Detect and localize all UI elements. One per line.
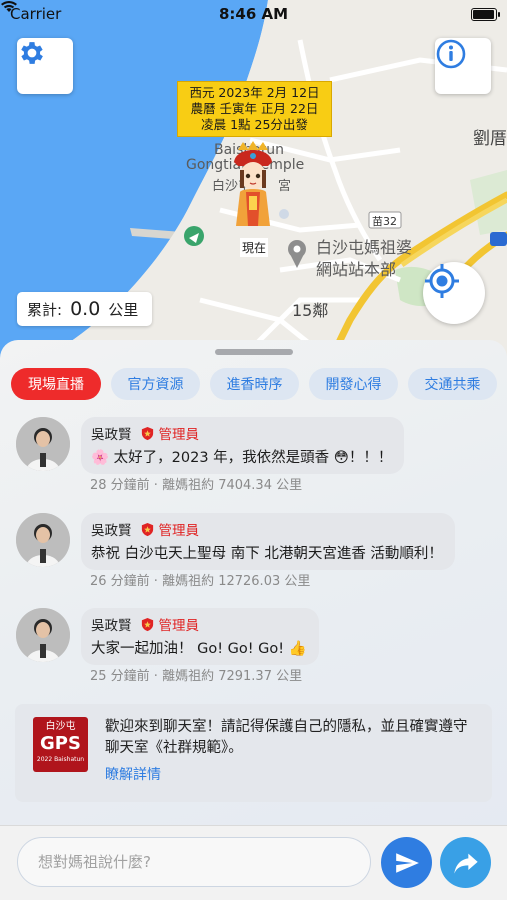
tab-carpool[interactable]: 交通共乘 — [408, 368, 497, 400]
shield-icon — [141, 426, 153, 440]
sheet-drag-handle[interactable] — [215, 349, 293, 355]
message-meta: 28 分鐘前 · 離媽祖約 7404.34 公里 — [90, 478, 303, 493]
info-button[interactable] — [435, 38, 491, 94]
role-label: 管理員 — [158, 427, 200, 443]
tab-official-resources[interactable]: 官方資源 — [111, 368, 200, 400]
counter-value: 0.0 — [70, 298, 101, 320]
counter-label: 累計: — [27, 300, 63, 319]
departure-info-bubble: 西元 2023年 2月 12日 農曆 壬寅年 正月 22日 凌晨 1點 25分出… — [177, 81, 332, 137]
tab-live[interactable]: 現場直播 — [11, 368, 101, 400]
tab-pilgrimage-schedule[interactable]: 進香時序 — [210, 368, 299, 400]
clock: 8:46 AM — [218, 5, 289, 23]
chat-sheet: 現場直播 官方資源 進香時序 開發心得 交通共乘 吳政賢 管理員 🌸 太好了，2… — [0, 340, 507, 900]
wifi-icon — [1, 1, 17, 12]
bubble-line-solar: 西元 2023年 2月 12日 — [189, 85, 320, 100]
settings-button[interactable] — [17, 38, 73, 94]
message-bubble: 吳政賢 管理員 大家一起加油！ Go! Go! Go! 👍 — [81, 608, 319, 665]
mazu-marker-icon[interactable] — [228, 140, 278, 232]
avatar[interactable] — [16, 513, 70, 567]
notice-text: 歡迎來到聊天室！請記得保護自己的隱私，並且確實遵守聊天室《社群規範》。 — [105, 719, 468, 756]
chat-message: 吳政賢 管理員 恭祝 白沙屯天上聖母 南下 北港朝天宮進香 活動順利！ 26 分… — [16, 513, 486, 603]
share-button[interactable] — [440, 837, 491, 888]
map-label-district: 15鄰 — [292, 301, 329, 320]
message-bubble: 吳政賢 管理員 🌸 太好了，2023 年，我依然是頭香 😳！！！ — [81, 417, 405, 474]
message-header: 吳政賢 管理員 — [91, 423, 392, 443]
message-meta: 25 分鐘前 · 離媽祖約 7291.37 公里 — [90, 669, 303, 684]
map-label-now: 現在 — [240, 238, 269, 257]
carrier-group: Carrier — [1, 1, 61, 23]
map-view[interactable]: Carrier 8:46 AM 劉厝 Baishatun Gongtian Te… — [0, 0, 507, 380]
role-label: 管理員 — [158, 523, 200, 539]
message-text: 🌸 太好了，2023 年，我依然是頭香 😳！！！ — [91, 450, 393, 466]
learn-more-link[interactable]: 瞭解詳情 — [105, 764, 161, 784]
message-header: 吳政賢 管理員 — [91, 614, 307, 634]
message-text: 恭祝 白沙屯天上聖母 南下 北港朝天宮進香 活動順利！ — [91, 546, 443, 562]
message-bubble: 吳政賢 管理員 恭祝 白沙屯天上聖母 南下 北港朝天宮進香 活動順利！ — [81, 513, 455, 570]
sender-name: 吳政賢 — [91, 427, 132, 443]
avatar-photo — [16, 608, 70, 662]
admin-badge: 管理員 — [140, 519, 200, 539]
map-label-station-2: 網站站本部 — [316, 260, 397, 279]
logo-sub-text: 2022 Baishatun — [36, 756, 85, 763]
category-tabs: 現場直播 官方資源 進香時序 開發心得 交通共乘 — [11, 368, 497, 400]
chat-message: 吳政賢 管理員 🌸 太好了，2023 年，我依然是頭香 😳！！！ 28 分鐘前 … — [16, 417, 486, 507]
sender-name: 吳政賢 — [91, 523, 132, 539]
gear-icon — [21, 42, 43, 64]
message-input[interactable] — [17, 837, 371, 887]
crosshair-icon — [425, 264, 459, 298]
shield-icon — [141, 617, 153, 631]
bubble-line-lunar: 農曆 壬寅年 正月 22日 — [190, 101, 319, 116]
map-road-badge: 苗32 — [372, 215, 397, 228]
map-label-temple-zh2: 宮 — [278, 179, 292, 194]
avatar-photo — [16, 417, 70, 471]
avatar[interactable] — [16, 608, 70, 662]
tab-dev-notes[interactable]: 開發心得 — [309, 368, 398, 400]
map-label-station-1: 白沙屯媽祖婆 — [316, 238, 413, 257]
sender-name: 吳政賢 — [91, 618, 132, 634]
chatroom-notice: 白沙屯 GPS 2022 Baishatun 歡迎來到聊天室！請記得保護自己的隱… — [15, 704, 492, 802]
message-text: 大家一起加油！ Go! Go! Go! 👍 — [91, 641, 307, 657]
app-logo: 白沙屯 GPS 2022 Baishatun — [33, 717, 88, 772]
locate-me-button[interactable] — [423, 262, 485, 324]
send-icon — [395, 852, 419, 873]
bubble-line-depart: 凌晨 1點 25分出發 — [201, 117, 308, 132]
role-label: 管理員 — [158, 618, 200, 634]
logo-top-text: 白沙屯 — [45, 721, 76, 732]
info-icon — [436, 39, 466, 69]
avatar-photo — [16, 513, 70, 567]
logo-main-text: GPS — [40, 733, 81, 754]
message-meta: 26 分鐘前 · 離媽祖約 12726.03 公里 — [90, 574, 311, 589]
share-arrow-icon — [453, 853, 478, 873]
message-composer — [0, 825, 507, 900]
chat-message: 吳政賢 管理員 大家一起加油！ Go! Go! Go! 👍 25 分鐘前 · 離… — [16, 608, 486, 698]
map-label-town: 劉厝 — [473, 129, 507, 149]
message-header: 吳政賢 管理員 — [91, 519, 443, 539]
battery-icon — [471, 7, 500, 21]
send-button[interactable] — [381, 837, 432, 888]
status-bar: Carrier 8:46 AM — [0, 0, 507, 28]
shield-icon — [141, 522, 153, 536]
admin-badge: 管理員 — [140, 614, 200, 634]
distance-counter: 累計: 0.0 公里 — [17, 292, 152, 326]
avatar[interactable] — [16, 417, 70, 471]
counter-unit: 公里 — [108, 300, 139, 319]
admin-badge: 管理員 — [140, 423, 200, 443]
